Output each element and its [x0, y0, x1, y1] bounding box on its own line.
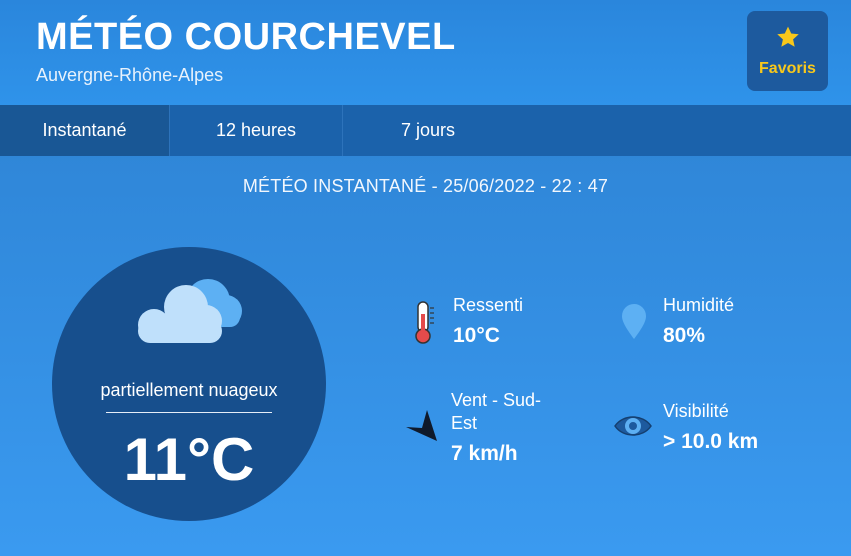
page-title: MÉTÉO COURCHEVEL — [36, 16, 456, 58]
wind-direction-arrow-icon — [406, 410, 437, 441]
stat-wind: Vent - Sud- Est 7 km/h — [400, 387, 600, 477]
stat-visibility: Visibilité > 10.0 km — [613, 398, 833, 468]
favorites-label: Favoris — [759, 60, 816, 77]
tab-12-heures[interactable]: 12 heures — [170, 105, 342, 156]
tab-7-jours[interactable]: 7 jours — [343, 105, 513, 156]
partly-cloudy-icon — [138, 279, 242, 343]
thermometer-icon — [415, 301, 434, 344]
star-icon — [777, 26, 799, 47]
tab-bar: Instantané 12 heures 7 jours — [0, 105, 851, 156]
condition-text: partiellement nuageux — [100, 380, 278, 400]
current-weather-panel: partiellement nuageux 11°C — [52, 247, 326, 521]
feels-like-label: Ressenti — [453, 295, 524, 315]
wind-value: 7 km/h — [451, 442, 518, 465]
wind-label-line1: Vent - Sud- — [451, 390, 542, 410]
water-drop-icon — [622, 304, 646, 339]
tab-instantane[interactable]: Instantané — [0, 105, 169, 156]
stat-feels-like: Ressenti 10°C — [408, 292, 588, 362]
header: MÉTÉO COURCHEVEL Auvergne-Rhône-Alpes Fa… — [0, 0, 851, 105]
favorites-button[interactable]: Favoris — [747, 11, 828, 91]
snapshot-title: MÉTÉO INSTANTANÉ - 25/06/2022 - 22 : 47 — [242, 176, 609, 196]
current-temperature: 11°C — [123, 426, 255, 493]
wind-label-line2: Est — [451, 413, 478, 433]
visibility-value: > 10.0 km — [663, 430, 759, 453]
eye-icon — [614, 416, 652, 436]
humidity-value: 80% — [663, 324, 706, 347]
visibility-label: Visibilité — [663, 401, 729, 421]
stat-humidity: Humidité 80% — [618, 292, 818, 362]
region-subtitle: Auvergne-Rhône-Alpes — [36, 65, 224, 85]
humidity-label: Humidité — [663, 295, 735, 315]
feels-like-value: 10°C — [453, 324, 500, 347]
divider — [106, 412, 272, 413]
